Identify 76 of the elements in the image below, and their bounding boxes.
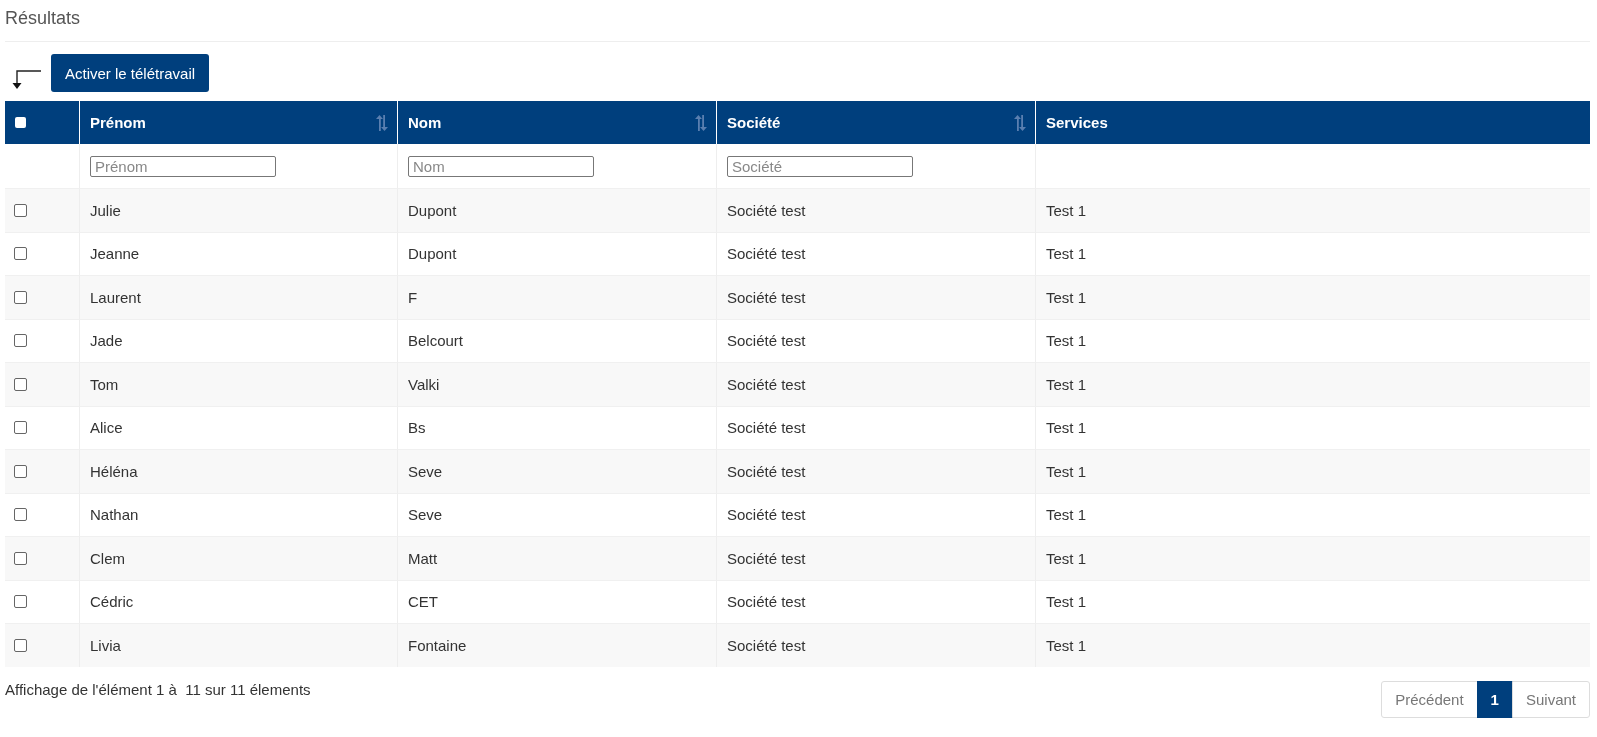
table-cell: Test 1: [1046, 549, 1087, 567]
select-all-checkbox[interactable]: [15, 117, 26, 128]
row-checkbox[interactable]: [14, 464, 27, 478]
table-cell: Société test: [727, 549, 806, 567]
table-cell: Belcourt: [408, 332, 464, 350]
table-cell: Jeanne: [90, 245, 140, 263]
arrow-down-left-icon: [10, 68, 42, 90]
column-header-cell[interactable]: Société: [716, 101, 1035, 144]
table-cell: Test 1: [1046, 245, 1087, 263]
table-cell: Société test: [727, 462, 806, 480]
column-title: Société: [727, 114, 781, 131]
column-header-cell[interactable]: Nom: [397, 101, 716, 144]
table-cell: Société test: [727, 419, 806, 437]
table-cell: Test 1: [1046, 506, 1087, 524]
table-cell: Tom: [90, 375, 119, 393]
row-checkbox[interactable]: [14, 203, 27, 217]
table-cell: Seve: [408, 462, 443, 480]
table-cell: CET: [408, 593, 438, 611]
page-button[interactable]: 1: [1476, 680, 1513, 718]
row-checkbox[interactable]: [14, 377, 27, 391]
row-checkbox[interactable]: [14, 551, 27, 565]
table-cell: Société test: [727, 375, 806, 393]
page-title: Résultats: [5, 0, 1590, 42]
column-title: Services: [1046, 114, 1108, 131]
activate-telework-button[interactable]: Activer le télétravail: [51, 54, 210, 92]
table-cell: Société test: [727, 201, 806, 219]
row-checkbox[interactable]: [14, 595, 27, 609]
pagination-info: Affichage de l'élément 1 à 11 sur 11 élements: [5, 680, 311, 698]
row-checkbox[interactable]: [14, 290, 27, 304]
table-cell: Test 1: [1046, 288, 1087, 306]
table-cell: Nathan: [90, 506, 139, 524]
sort-icon[interactable]: [1013, 114, 1027, 131]
table-cell: Clem: [90, 549, 125, 567]
table-cell: Dupont: [408, 245, 457, 263]
table-cell: Société test: [727, 506, 806, 524]
table-cell: Matt: [408, 549, 438, 567]
table-cell: Valki: [408, 375, 440, 393]
filter-input-field[interactable]: Prénom: [90, 155, 276, 177]
table-cell: Société test: [727, 593, 806, 611]
column-title: Nom: [408, 114, 442, 131]
next-page-button[interactable]: Suivant: [1511, 680, 1590, 718]
table-cell: Test 1: [1046, 332, 1087, 350]
row-checkbox[interactable]: [14, 638, 27, 652]
table-cell: Société test: [727, 245, 806, 263]
table-cell: Jade: [90, 332, 123, 350]
table-cell: Laurent: [90, 288, 141, 306]
table-cell: Société test: [727, 636, 806, 654]
filter-input-field[interactable]: Société: [727, 155, 913, 177]
row-checkbox[interactable]: [14, 334, 27, 348]
row-checkbox[interactable]: [14, 247, 27, 261]
column-header-cell[interactable]: Prénom: [79, 101, 397, 144]
table-cell: Cédric: [90, 593, 134, 611]
table-cell: F: [408, 288, 418, 306]
table-cell: Test 1: [1046, 201, 1087, 219]
row-checkbox[interactable]: [14, 508, 27, 522]
table-cell: Livia: [90, 636, 121, 654]
table-cell: Seve: [408, 506, 443, 524]
table-cell: Fontaine: [408, 636, 467, 654]
table-cell: Société test: [727, 288, 806, 306]
table-cell: Test 1: [1046, 375, 1087, 393]
row-checkbox[interactable]: [14, 421, 27, 435]
table-cell: Bs: [408, 419, 426, 437]
previous-page-button[interactable]: Précédent: [1381, 680, 1478, 718]
table-cell: Société test: [727, 332, 806, 350]
table-cell: Dupont: [408, 201, 457, 219]
sort-icon[interactable]: [694, 114, 708, 131]
sort-icon[interactable]: [375, 114, 389, 131]
column-title: Prénom: [90, 114, 146, 131]
table-cell: Test 1: [1046, 593, 1087, 611]
table-cell: Test 1: [1046, 636, 1087, 654]
table-cell: Julie: [90, 201, 121, 219]
table-cell: Test 1: [1046, 419, 1087, 437]
table-cell: Alice: [90, 419, 123, 437]
table-cell: Test 1: [1046, 462, 1087, 480]
table-cell: Héléna: [90, 462, 138, 480]
filter-input-field[interactable]: Nom: [408, 155, 594, 177]
